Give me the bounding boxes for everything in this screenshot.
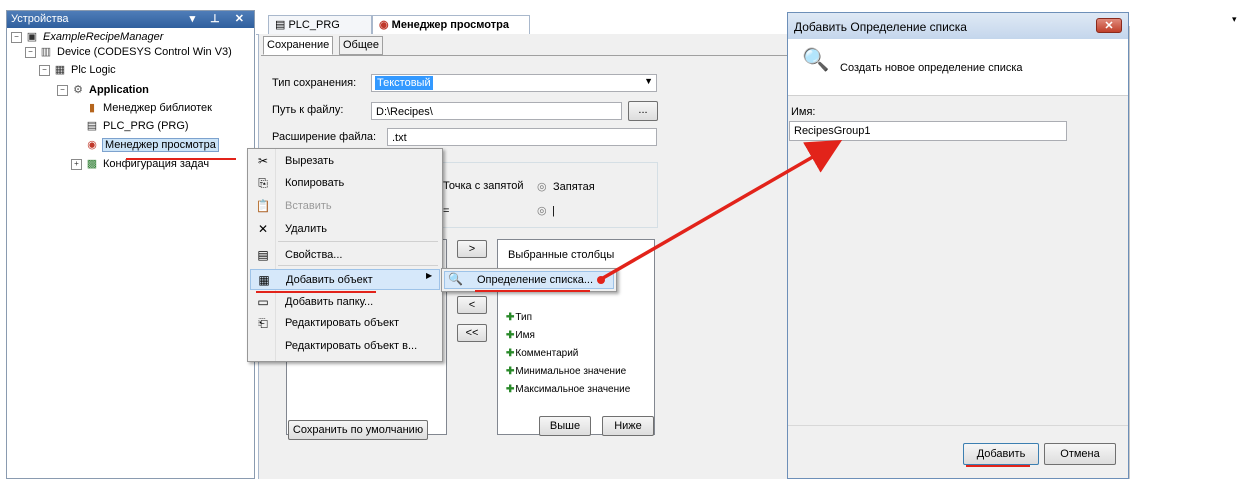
annotation-arrow (597, 140, 843, 284)
